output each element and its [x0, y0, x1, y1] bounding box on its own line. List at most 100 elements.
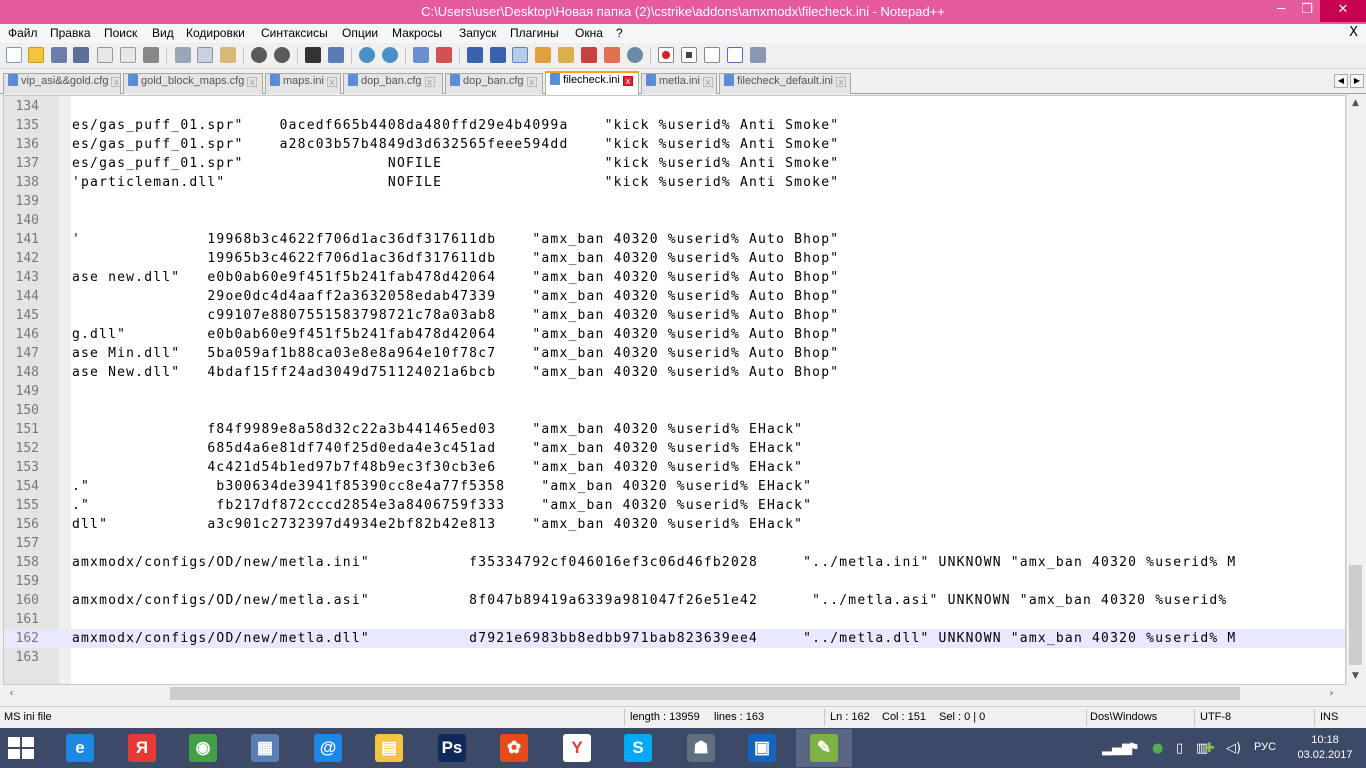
code-line[interactable]: 163	[4, 648, 1345, 667]
tab-filecheck[interactable]: filecheck.ini x	[545, 71, 639, 95]
paste-icon[interactable]	[220, 47, 236, 63]
code-line[interactable]: 154 ." b300634de3941f85390cc8e4a77f5358 "…	[4, 477, 1345, 496]
taskbar-app-notepadpp[interactable]: ✎	[796, 729, 852, 767]
code-line[interactable]: 160 amxmodx/configs/OD/new/metla.asi" 8f0…	[4, 591, 1345, 610]
tab-vip-asi-gold[interactable]: vip_asi&&gold.cfg x	[3, 73, 121, 94]
taskbar-app-mail[interactable]: @	[300, 729, 356, 767]
tab-dop-ban-1[interactable]: dop_ban.cfg x	[343, 73, 443, 94]
word-wrap-icon[interactable]	[467, 47, 483, 63]
tab-dop-ban-2[interactable]: dop_ban.cfg x	[445, 73, 543, 94]
line-text[interactable]: amxmodx/configs/OD/new/metla.asi" 8f047b…	[72, 591, 1227, 610]
menu-encoding[interactable]: Кодировки	[186, 26, 245, 40]
menu-search[interactable]: Поиск	[104, 26, 137, 40]
menu-view[interactable]: Вид	[152, 26, 174, 40]
cut-icon[interactable]	[175, 47, 191, 63]
find-icon[interactable]	[305, 47, 321, 63]
volume-icon[interactable]: ◁)	[1226, 741, 1241, 756]
doc-map-icon[interactable]	[558, 47, 574, 63]
tab-maps[interactable]: maps.ini x	[265, 73, 341, 94]
taskbar-app-skype[interactable]: S	[610, 729, 666, 767]
windows-start-icon[interactable]	[8, 737, 34, 759]
taskbar-app-yandex[interactable]: Я	[114, 729, 170, 767]
code-line[interactable]: 157	[4, 534, 1345, 553]
play-multiple-icon[interactable]	[727, 47, 743, 63]
line-text[interactable]: amxmodx/configs/OD/new/metla.ini" f35334…	[72, 553, 1236, 572]
code-line[interactable]: 139	[4, 192, 1345, 211]
code-line[interactable]: 146 g.dll" e0b0ab60e9f451f5b241fab478d420…	[4, 325, 1345, 344]
taskbar-app-file-explorer[interactable]: ▤	[361, 729, 417, 767]
copy-icon[interactable]	[197, 47, 213, 63]
code-line[interactable]: 147 ase Min.dll" 5ba059af1b88ca03e8e8a964…	[4, 344, 1345, 363]
line-text[interactable]: es/gas_puff_01.spr" a28c03b57b4849d3d632…	[72, 135, 839, 154]
line-text[interactable]: dll" a3c901c2732397d4934e2bf82b42e813 "a…	[72, 515, 803, 534]
code-line[interactable]: 153 4c421d54b1ed97b7f48b9ec3f30cb3e6 "am…	[4, 458, 1345, 477]
sync-v-icon[interactable]	[413, 47, 429, 63]
line-text[interactable]: ." b300634de3941f85390cc8e4a77f5358 "amx…	[72, 477, 812, 496]
zoom-in-icon[interactable]	[359, 47, 375, 63]
line-text[interactable]: ase Min.dll" 5ba059af1b88ca03e8e8a964e10…	[72, 344, 839, 363]
code-line[interactable]: 150	[4, 401, 1345, 420]
scroll-down-icon[interactable]: ▼	[1347, 668, 1364, 685]
code-line[interactable]: 137 es/gas_puff_01.spr" NOFILE "kick %use…	[4, 154, 1345, 173]
play-macro-icon[interactable]	[704, 47, 720, 63]
save-macro-icon[interactable]	[750, 47, 766, 63]
tab-close-icon[interactable]: x	[622, 76, 633, 86]
print-icon[interactable]	[143, 47, 159, 63]
code-line[interactable]: 138 'particleman.dll" NOFILE "kick %useri…	[4, 173, 1345, 192]
code-line[interactable]: 143 ase new.dll" e0b0ab60e9f451f5b241fab4…	[4, 268, 1345, 287]
tab-close-icon[interactable]: x	[526, 77, 537, 87]
code-line[interactable]: 141 ' 19968b3c4622f706d1ac36df317611db "a…	[4, 230, 1345, 249]
close-document-button[interactable]: X	[1349, 25, 1358, 40]
tab-close-icon[interactable]: x	[111, 77, 120, 87]
menu-help[interactable]: ?	[616, 26, 623, 40]
clock[interactable]: 10:18 03.02.2017	[1290, 733, 1360, 763]
vertical-scroll-thumb[interactable]	[1349, 565, 1362, 665]
close-all-icon[interactable]	[120, 47, 136, 63]
maximize-button[interactable]: ❐	[1294, 0, 1320, 22]
code-line[interactable]: 149	[4, 382, 1345, 401]
line-text[interactable]: 4c421d54b1ed97b7f48b9ec3f30cb3e6 "amx_ba…	[72, 458, 803, 477]
menu-file[interactable]: Файл	[8, 26, 38, 40]
code-line[interactable]: 145 c99107e8807551583798721c78a03ab8 "am…	[4, 306, 1345, 325]
menu-window[interactable]: Окна	[575, 26, 603, 40]
code-line[interactable]: 148 ase New.dll" 4bdaf15ff24ad3049d751124…	[4, 363, 1345, 382]
close-icon[interactable]	[97, 47, 113, 63]
tab-close-icon[interactable]: x	[326, 77, 337, 87]
line-text[interactable]: f84f9989e8a58d32c22a3b441465ed03 "amx_ba…	[72, 420, 803, 439]
code-line[interactable]: 162 amxmodx/configs/OD/new/metla.dll" d79…	[4, 629, 1345, 648]
code-line[interactable]: 158 amxmodx/configs/OD/new/metla.ini" f35…	[4, 553, 1345, 572]
code-line[interactable]: 142 19965b3c4622f706d1ac36df317611db "am…	[4, 249, 1345, 268]
taskbar-app-disk-app[interactable]: ▣	[734, 729, 790, 767]
line-text[interactable]: 29oe0dc4d4aaff2a3632058edab47339 "amx_ba…	[72, 287, 839, 306]
line-text[interactable]: 'particleman.dll" NOFILE "kick %userid% …	[72, 173, 839, 192]
taskbar-app-media-player[interactable]: ✿	[486, 729, 542, 767]
tab-scroll-left-icon[interactable]: ◀	[1334, 74, 1348, 88]
editor[interactable]: 134 135 es/gas_puff_01.spr" 0acedf665b4408…	[3, 95, 1346, 685]
code-line[interactable]: 144 29oe0dc4d4aaff2a3632058edab47339 "am…	[4, 287, 1345, 306]
line-text[interactable]: es/gas_puff_01.spr" 0acedf665b4408da480f…	[72, 116, 839, 135]
line-text[interactable]: 19965b3c4622f706d1ac36df317611db "amx_ba…	[72, 249, 839, 268]
line-text[interactable]: es/gas_puff_01.spr" NOFILE "kick %userid…	[72, 154, 839, 173]
code-line[interactable]: 134	[4, 97, 1345, 116]
scroll-up-icon[interactable]: ▲	[1347, 95, 1364, 112]
code-line[interactable]: 136 es/gas_puff_01.spr" a28c03b57b4849d3d…	[4, 135, 1345, 154]
line-text[interactable]: g.dll" e0b0ab60e9f451f5b241fab478d42064 …	[72, 325, 839, 344]
line-text[interactable]: ." fb217df872cccd2854e3a8406759f333 "amx…	[72, 496, 812, 515]
stop-macro-icon[interactable]	[681, 47, 697, 63]
language-indicator[interactable]: РУС	[1254, 741, 1276, 753]
taskbar-app-network-app[interactable]: ▦	[237, 729, 293, 767]
replace-icon[interactable]	[328, 47, 344, 63]
menu-run[interactable]: Запуск	[459, 26, 497, 40]
tab-close-icon[interactable]: x	[702, 77, 713, 87]
open-file-icon[interactable]	[28, 47, 44, 63]
plus-tray-icon[interactable]: ✚	[1204, 741, 1215, 756]
function-list-icon[interactable]	[581, 47, 597, 63]
redo-icon[interactable]	[274, 47, 290, 63]
tab-scroll-right-icon[interactable]: ▶	[1350, 74, 1364, 88]
menu-settings[interactable]: Опции	[342, 26, 378, 40]
menu-edit[interactable]: Правка	[50, 26, 91, 40]
line-text[interactable]: ' 19968b3c4622f706d1ac36df317611db "amx_…	[72, 230, 839, 249]
horizontal-scroll-thumb[interactable]	[170, 687, 1240, 700]
minimize-button[interactable]: ─	[1268, 0, 1294, 22]
tab-close-icon[interactable]: x	[424, 77, 435, 87]
